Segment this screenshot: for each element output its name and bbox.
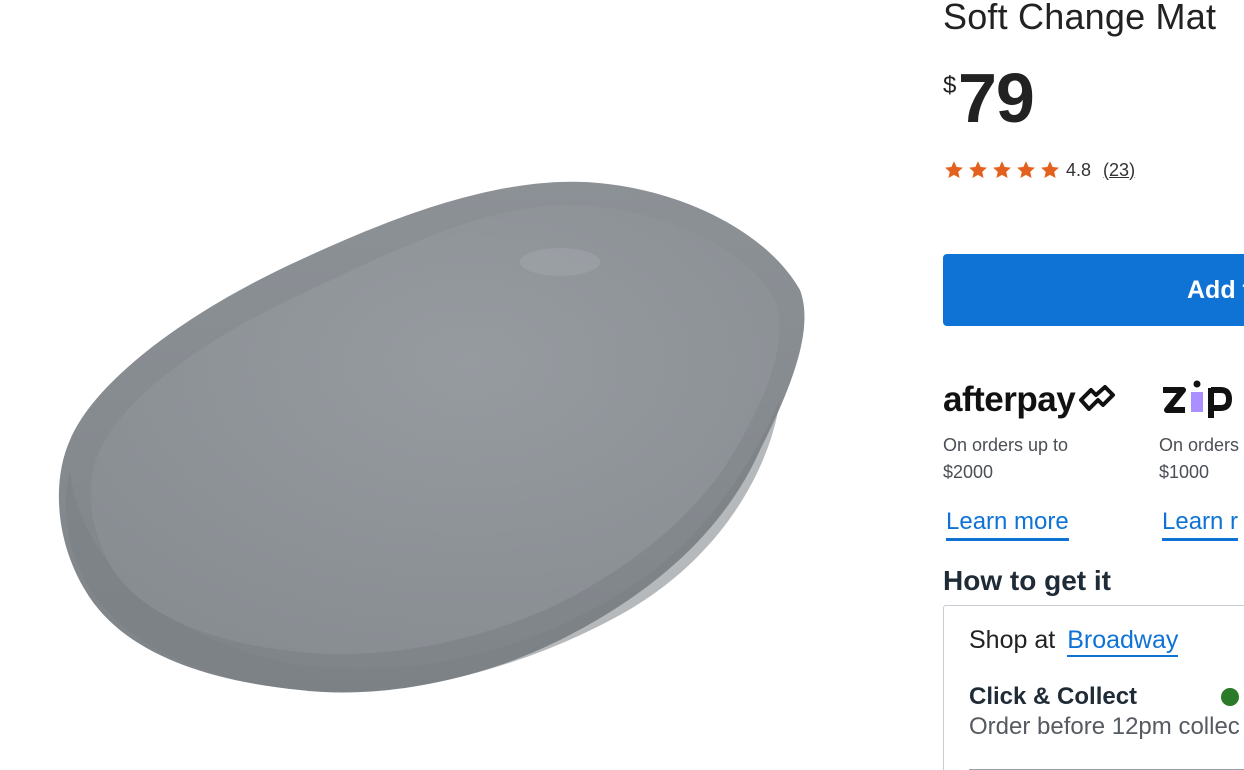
click-collect-text: Order before 12pm collec: [969, 713, 1240, 740]
star-icon: [1017, 161, 1035, 178]
shop-at-label: Shop at: [969, 626, 1056, 654]
afterpay-text: On orders up to $2000: [943, 432, 1143, 486]
change-mat-illustration: [58, 181, 805, 693]
zip-text-line: On orders: [1159, 435, 1240, 455]
how-to-get-it-heading: How to get it: [943, 565, 1111, 596]
price-value: 79: [958, 59, 1035, 137]
star-icon: [993, 161, 1011, 178]
afterpay-amount: $2000: [943, 462, 994, 482]
zip-logo-icon: [1163, 380, 1233, 418]
afterpay-logo-text: afterpay: [943, 380, 1076, 419]
afterpay-block: afterpay On orders up to $2000 Learn mor…: [943, 378, 1143, 541]
star-icon: [1041, 161, 1059, 178]
add-to-cart-button[interactable]: Add t: [943, 254, 1244, 326]
product-image[interactable]: [0, 0, 900, 770]
fulfilment-card: Shop at Broadway Click & Collect Order be…: [943, 605, 1244, 770]
rating-count-link[interactable]: (23): [1103, 160, 1135, 181]
rating-value: 4.8: [1066, 159, 1092, 180]
click-collect-title: Click & Collect: [969, 683, 1138, 710]
store-link[interactable]: Broadway: [1067, 626, 1179, 657]
price-currency: $: [943, 72, 957, 99]
afterpay-learn-more-link[interactable]: Learn more: [946, 508, 1069, 541]
product-rating: 4.8 (23): [943, 157, 1135, 183]
zip-learn-more-link[interactable]: Learn r: [1162, 508, 1239, 541]
availability-status-icon: [1221, 688, 1239, 706]
afterpay-badge-icon: [1079, 385, 1116, 411]
rating-stars: [943, 159, 1061, 181]
zip-logo: [1159, 378, 1244, 422]
rating-count: 23: [1109, 159, 1130, 180]
shop-at-row: Shop at Broadway: [969, 626, 1179, 657]
product-page: Soft Change Mat $ 79 4.8 (23) Add t afte…: [0, 0, 1244, 770]
star-icon: [945, 161, 963, 178]
zip-amount: $1000: [1159, 462, 1210, 482]
product-title: Soft Change Mat: [943, 0, 1217, 37]
zip-text: On orders $1000: [1159, 432, 1244, 486]
star-icon: [969, 161, 987, 178]
product-details-panel: Soft Change Mat $ 79 4.8 (23) Add t afte…: [943, 0, 1244, 770]
afterpay-logo: afterpay: [943, 378, 1143, 422]
afterpay-text-line: On orders up to: [943, 435, 1069, 455]
zip-block: On orders $1000 Learn r: [1159, 378, 1244, 541]
